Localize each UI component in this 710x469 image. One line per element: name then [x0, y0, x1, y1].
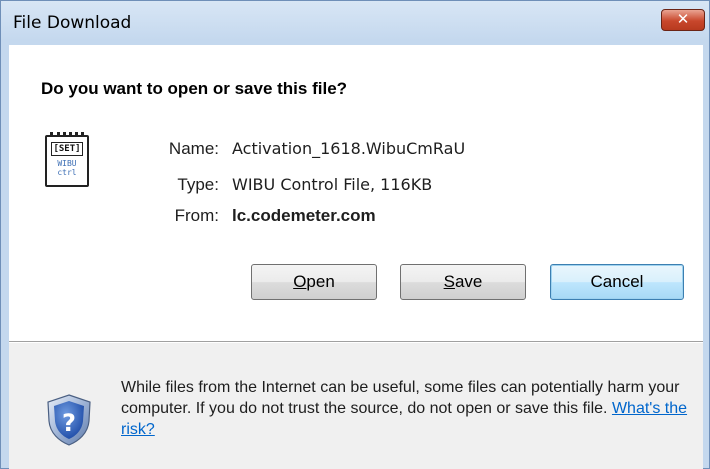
- save-label-rest: ave: [454, 272, 483, 291]
- dialog-upper-panel: Do you want to open or save this file? […: [9, 45, 703, 341]
- warning-message: While files from the Internet can be use…: [121, 379, 680, 417]
- wibu-file-icon: [SET] WIBU ctrl: [45, 132, 89, 187]
- file-download-dialog: File Download ✕ Do you want to open or s…: [0, 0, 710, 469]
- open-accesskey: O: [293, 272, 307, 291]
- file-type-value: WIBU Control File, 116KB: [232, 175, 433, 194]
- window-title: File Download: [13, 13, 132, 33]
- open-button[interactable]: Open: [251, 264, 377, 300]
- file-icon-wibu-label: WIBU ctrl: [51, 159, 83, 177]
- svg-text:?: ?: [62, 409, 76, 437]
- open-label-rest: pen: [306, 272, 335, 291]
- security-warning-text: While files from the Internet can be use…: [121, 377, 701, 440]
- file-icon-line2: ctrl: [57, 168, 77, 177]
- file-icon-set-label: [SET]: [51, 142, 83, 156]
- file-source-value: lc.codemeter.com: [232, 206, 376, 225]
- save-accesskey: S: [443, 272, 455, 291]
- close-icon: ✕: [676, 10, 690, 28]
- security-warning-panel: ? While files from the Internet can be u…: [9, 343, 703, 469]
- prompt-question: Do you want to open or save this file?: [41, 79, 348, 98]
- from-label: From:: [174, 206, 219, 225]
- title-bar[interactable]: File Download ✕: [1, 1, 709, 45]
- notepad-rings-icon: [50, 132, 84, 138]
- security-shield-question-icon: ?: [47, 394, 91, 446]
- dialog-client-area: Do you want to open or save this file? […: [9, 45, 703, 469]
- file-icon-line1: WIBU: [57, 159, 77, 168]
- close-button[interactable]: ✕: [661, 9, 705, 31]
- name-label: Name:: [168, 139, 219, 158]
- save-button[interactable]: Save: [400, 264, 526, 300]
- file-name-value: Activation_1618.WibuCmRaU: [232, 139, 466, 158]
- cancel-button[interactable]: Cancel: [550, 264, 684, 300]
- type-label: Type:: [177, 175, 219, 194]
